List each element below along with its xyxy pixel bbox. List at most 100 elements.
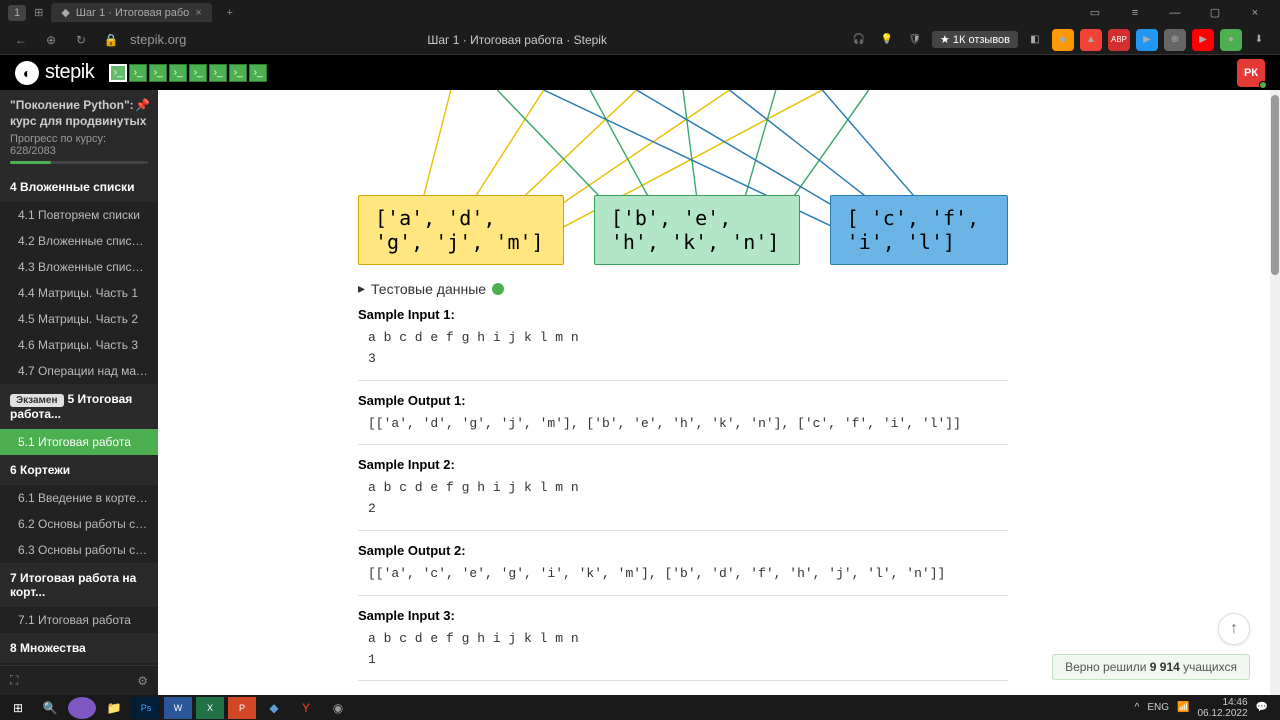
app-obs[interactable]: ◉ xyxy=(324,697,352,719)
lesson-item[interactable]: 4.6 Матрицы. Часть 3 xyxy=(0,332,158,358)
app-explorer[interactable]: 📁 xyxy=(100,697,128,719)
tray-notifications[interactable]: 💬 xyxy=(1256,702,1268,713)
reviews-badge[interactable]: ★ 1К отзывов xyxy=(932,31,1018,48)
page-title: Шаг 1 · Итоговая работа · Stepik xyxy=(194,33,840,47)
lesson-content: ['a', 'd', 'g', 'j', 'm'] ['b', 'e', 'h'… xyxy=(158,90,1280,695)
tray-chevron[interactable]: ^ xyxy=(1135,702,1140,713)
step-4[interactable]: ›_ xyxy=(169,64,187,82)
diagram: ['a', 'd', 'g', 'j', 'm'] ['b', 'e', 'h'… xyxy=(358,90,1008,265)
new-tab-icon[interactable]: ⊞ xyxy=(34,6,43,19)
ext-2[interactable]: ▲ xyxy=(1080,29,1102,51)
lesson-item[interactable]: 4.2 Вложенные списки. Ча... xyxy=(0,228,158,254)
headphones-icon[interactable]: 🎧 xyxy=(848,29,870,51)
lock-icon: 🔒 xyxy=(100,29,122,51)
bookmark-icon[interactable]: ◧ xyxy=(1024,29,1046,51)
tray-lang[interactable]: ENG xyxy=(1147,702,1169,713)
reload-button[interactable]: ↻ xyxy=(70,29,92,51)
lesson-item[interactable]: 4.4 Матрицы. Часть 1 xyxy=(0,280,158,306)
app-ps[interactable]: Ps xyxy=(132,697,160,719)
new-tab-button[interactable]: + xyxy=(220,3,240,23)
ext-5[interactable]: ⊕ xyxy=(1164,29,1186,51)
lesson-item[interactable]: 4.1 Повторяем списки xyxy=(0,202,158,228)
lesson-item[interactable]: 6.1 Введение в кортежи xyxy=(0,485,158,511)
status-dot xyxy=(492,283,504,295)
ext-abp[interactable]: ABP xyxy=(1108,29,1130,51)
shield-icon[interactable]: ⊕ xyxy=(40,29,62,51)
lesson-item[interactable]: 6.2 Основы работы с корт... xyxy=(0,511,158,537)
step-8[interactable]: ›_ xyxy=(249,64,267,82)
lesson-item[interactable]: 4.5 Матрицы. Часть 2 xyxy=(0,306,158,332)
sample-label: Sample Input 1: xyxy=(358,307,1008,322)
lesson-item[interactable]: 4.7 Операции над матрица... xyxy=(0,358,158,384)
app-vs[interactable]: ◆ xyxy=(260,697,288,719)
sample-label: Sample Input 2: xyxy=(358,457,1008,472)
panel-icon[interactable]: ▭ xyxy=(1080,3,1110,23)
section-head[interactable]: Экзамен5 Итоговая работа... xyxy=(0,384,158,429)
close-icon[interactable]: × xyxy=(195,7,201,19)
solved-status: Верно решили 9 914 учащихся xyxy=(1052,654,1250,680)
sample-block: Sample Output 1:[['a', 'd', 'g', 'j', 'm… xyxy=(358,393,1008,446)
section-head[interactable]: 6 Кортежи xyxy=(0,455,158,485)
address-bar: ← ⊕ ↻ 🔒 stepik.org Шаг 1 · Итоговая рабо… xyxy=(0,25,1280,55)
section-head[interactable]: 4 Вложенные списки xyxy=(0,172,158,202)
app-word[interactable]: W xyxy=(164,697,192,719)
lesson-item[interactable]: 5.1 Итоговая работа xyxy=(0,429,158,455)
step-5[interactable]: ›_ xyxy=(189,64,207,82)
step-6[interactable]: ›_ xyxy=(209,64,227,82)
logo-icon: ◐ xyxy=(15,61,39,85)
lesson-item[interactable]: 6.3 Основы работы с корт... xyxy=(0,537,158,563)
sample-block: Sample Input 2:a b c d e f g h i j k l m… xyxy=(358,457,1008,531)
app-1[interactable] xyxy=(68,697,96,719)
course-progress: Прогресс по курсу: 628/2083 xyxy=(10,133,148,157)
downloads-icon[interactable]: ⬇ xyxy=(1248,29,1270,51)
browser-tab[interactable]: ◆ Шаг 1 · Итоговая рабо × xyxy=(51,3,211,22)
step-1[interactable]: ›_ xyxy=(109,64,127,82)
test-data-toggle[interactable]: ▸ Тестовые данные xyxy=(358,280,1008,297)
sample-label: Sample Output 2: xyxy=(358,543,1008,558)
close-button[interactable]: × xyxy=(1240,3,1270,23)
sample-block: Sample Output 2:[['a', 'c', 'e', 'g', 'i… xyxy=(358,543,1008,596)
scroll-top-button[interactable]: ↑ xyxy=(1218,613,1250,645)
diag-box-blue: [ 'c', 'f', 'i', 'l'] xyxy=(830,195,1008,265)
step-7[interactable]: ›_ xyxy=(229,64,247,82)
lesson-item[interactable]: 4.3 Вложенные списки. Ча... xyxy=(0,254,158,280)
ext-7[interactable]: ● xyxy=(1220,29,1242,51)
step-2[interactable]: ›_ xyxy=(129,64,147,82)
section-head[interactable]: 7 Итоговая работа на корт... xyxy=(0,563,158,607)
user-avatar[interactable]: РК xyxy=(1237,59,1265,87)
window-titlebar: 1 ⊞ ◆ Шаг 1 · Итоговая рабо × + ▭ ≡ — ▢ … xyxy=(0,0,1280,25)
course-header: 📌 "Поколение Python": курс для продвинут… xyxy=(0,90,158,172)
diag-box-yellow: ['a', 'd', 'g', 'j', 'm'] xyxy=(358,195,564,265)
lesson-item[interactable]: 7.1 Итоговая работа xyxy=(0,607,158,633)
lightbulb-icon[interactable]: 💡 xyxy=(876,29,898,51)
tray-clock[interactable]: 14:46 06.12.2022 xyxy=(1197,697,1247,719)
start-button[interactable]: ⊞ xyxy=(4,697,32,719)
ext-4[interactable]: ▶ xyxy=(1136,29,1158,51)
chevron-right-icon: ▸ xyxy=(358,280,365,297)
minimize-button[interactable]: — xyxy=(1160,3,1190,23)
tray-wifi[interactable]: 📶 xyxy=(1177,702,1189,713)
online-dot xyxy=(1259,81,1267,89)
ext-yt[interactable]: ▶ xyxy=(1192,29,1214,51)
steps-nav: ›_ ›_ ›_ ›_ ›_ ›_ ›_ ›_ xyxy=(109,64,267,82)
fullscreen-icon[interactable]: ⛶ xyxy=(10,673,18,688)
search-icon[interactable]: 🔍 xyxy=(36,697,64,719)
section-head[interactable]: 8 Множества xyxy=(0,633,158,663)
back-button[interactable]: ← xyxy=(10,29,32,51)
settings-icon[interactable]: ⚙ xyxy=(137,674,148,688)
pin-icon[interactable]: 📌 xyxy=(135,98,150,112)
app-excel[interactable]: X xyxy=(196,697,224,719)
security-icon[interactable]: 🛡 xyxy=(904,29,926,51)
url-text[interactable]: stepik.org xyxy=(130,32,186,47)
sample-block: Sample Input 3:a b c d e f g h i j k l m… xyxy=(358,608,1008,682)
scrollbar[interactable] xyxy=(1270,90,1280,695)
app-ppt[interactable]: P xyxy=(228,697,256,719)
tab-title: Шаг 1 · Итоговая рабо xyxy=(76,7,190,19)
stepik-logo[interactable]: ◐ stepik xyxy=(15,61,94,85)
app-yandex[interactable]: Y xyxy=(292,697,320,719)
sample-block: Sample Input 1:a b c d e f g h i j k l m… xyxy=(358,307,1008,381)
maximize-button[interactable]: ▢ xyxy=(1200,3,1230,23)
ext-1[interactable]: ◆ xyxy=(1052,29,1074,51)
menu-icon[interactable]: ≡ xyxy=(1120,3,1150,23)
step-3[interactable]: ›_ xyxy=(149,64,167,82)
